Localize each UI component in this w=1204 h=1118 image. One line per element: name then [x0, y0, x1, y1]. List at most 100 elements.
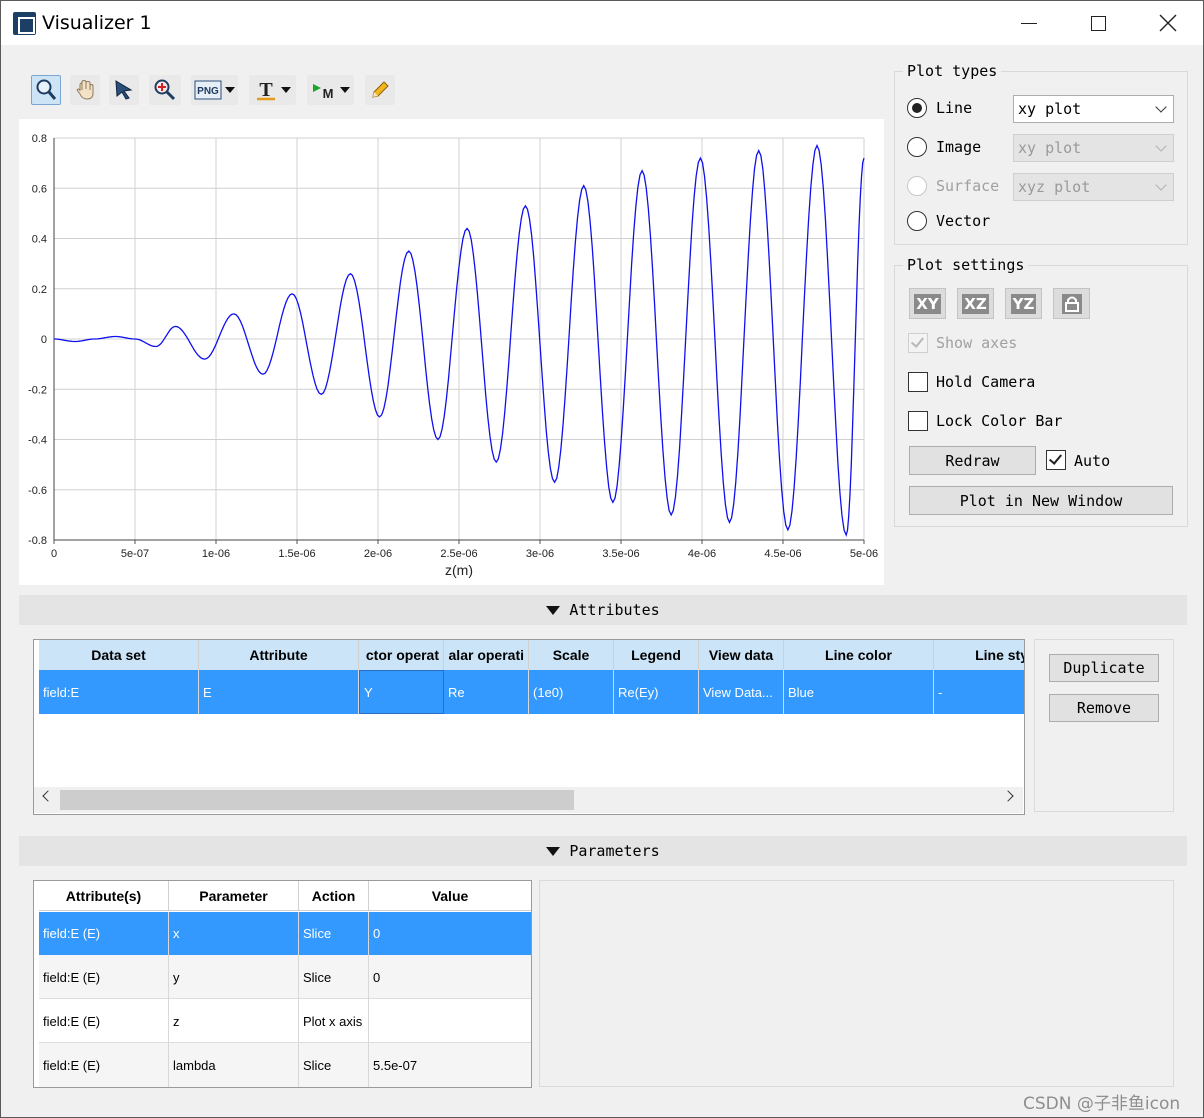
yz-plane-button[interactable]: YZ [1005, 288, 1042, 319]
table-cell[interactable]: field:E (E) [39, 1043, 169, 1087]
column-header[interactable]: Scale [529, 640, 614, 670]
y-tick-label: 0.6 [32, 183, 47, 195]
table-cell[interactable]: Slice [299, 912, 369, 955]
table-cell[interactable]: field:E (E) [39, 999, 169, 1043]
auto-checkbox[interactable] [1046, 450, 1066, 470]
surface-radio [907, 176, 927, 196]
xy-plot[interactable]: 0 5e-07 1e-06 1.5e-06 2e-06 2.5e-06 3e-06 3.5e-… [19, 119, 884, 585]
y-tick-label: 0.2 [32, 284, 47, 296]
table-cell[interactable]: Slice [299, 955, 369, 999]
svg-text:M: M [323, 86, 334, 101]
column-header[interactable]: Line color [784, 640, 934, 670]
edit-button[interactable] [365, 75, 395, 105]
pencil-icon [372, 81, 389, 98]
table-cell[interactable]: Re(Ey) [614, 670, 699, 714]
table-cell[interactable]: Plot x axis [299, 999, 369, 1043]
x-tick-label: 2.5e-06 [440, 548, 477, 560]
zoom-region-button[interactable] [149, 75, 181, 105]
select-button[interactable] [109, 75, 139, 105]
lock-icon [1061, 293, 1082, 314]
line-radio[interactable] [907, 98, 927, 118]
scroll-left-icon[interactable] [42, 790, 54, 802]
table-cell[interactable]: (1e0) [529, 670, 614, 714]
auto-label: Auto [1074, 452, 1111, 470]
column-header[interactable]: ctor operat [359, 640, 444, 670]
table-cell[interactable]: 0 [369, 955, 531, 999]
table-cell[interactable]: Re [444, 670, 529, 714]
y-tick-label: 0.8 [32, 133, 47, 145]
table-cell[interactable]: Blue [784, 670, 934, 714]
column-header[interactable]: Data set [39, 640, 199, 670]
duplicate-button[interactable]: Duplicate [1049, 654, 1159, 682]
table-row[interactable]: field:E E Y Re (1e0) Re(Ey) View Data...… [39, 670, 1024, 714]
maximize-icon [1090, 15, 1106, 31]
vector-radio[interactable] [907, 211, 927, 231]
attributes-horizontal-scrollbar[interactable] [34, 787, 1023, 813]
zoom-button[interactable] [31, 75, 61, 105]
y-tick-label: -0.4 [28, 435, 47, 447]
line-radio-label: Line [936, 99, 973, 117]
attributes-section-label: Attributes [569, 601, 660, 619]
scrollbar-thumb[interactable] [60, 790, 574, 810]
column-header[interactable]: Attribute [199, 640, 359, 670]
parameters-section-header[interactable]: Parameters [19, 836, 1187, 866]
table-row[interactable]: field:E (E) lambda Slice 5.5e-07 [39, 1043, 531, 1087]
table-cell[interactable]: E [199, 670, 359, 714]
column-header[interactable]: Value [369, 881, 531, 911]
table-row[interactable]: field:E (E) x Slice 0 [39, 912, 531, 955]
image-radio[interactable] [907, 137, 927, 157]
text-tool-button[interactable]: T [249, 75, 296, 105]
magnifier-icon [36, 79, 57, 100]
column-header[interactable]: Legend [614, 640, 699, 670]
column-header[interactable]: Line sty [934, 640, 1024, 670]
table-cell[interactable]: z [169, 999, 299, 1043]
maximize-button[interactable] [1075, 1, 1121, 45]
table-row[interactable]: field:E (E) z Plot x axis [39, 999, 531, 1043]
table-cell[interactable]: 0 [369, 912, 531, 955]
attributes-section-header[interactable]: Attributes [19, 595, 1187, 625]
line-plot-type-select[interactable]: xy plot [1013, 95, 1174, 123]
lock-view-button[interactable] [1053, 288, 1090, 319]
table-cell[interactable]: Y [359, 670, 444, 714]
table-cell[interactable]: 5.5e-07 [369, 1043, 531, 1087]
column-header[interactable]: Action [299, 881, 369, 911]
chevron-down-icon [1155, 101, 1167, 113]
title-bar[interactable]: Visualizer 1 [1, 1, 1203, 45]
table-cell[interactable]: View Data... [699, 670, 784, 714]
table-cell[interactable]: field:E [39, 670, 199, 714]
table-cell[interactable]: x [169, 912, 299, 955]
table-row[interactable]: field:E (E) y Slice 0 [39, 955, 531, 999]
lock-color-bar-checkbox[interactable] [908, 411, 928, 431]
column-header[interactable]: alar operati [444, 640, 529, 670]
table-cell[interactable]: - [934, 670, 1024, 714]
export-png-button[interactable]: PNG [191, 75, 238, 105]
remove-button[interactable]: Remove [1049, 694, 1159, 722]
watermark-text: CSDN @子非鱼icon [1023, 1094, 1181, 1114]
xy-plane-button[interactable]: XY [909, 288, 946, 319]
chevron-down-icon [281, 87, 291, 93]
pan-button[interactable] [70, 75, 100, 105]
xz-plane-button[interactable]: XZ [957, 288, 994, 319]
table-cell[interactable]: y [169, 955, 299, 999]
hold-camera-checkbox[interactable] [908, 372, 928, 392]
table-cell[interactable] [369, 999, 531, 1043]
table-cell[interactable]: lambda [169, 1043, 299, 1087]
table-cell[interactable]: field:E (E) [39, 912, 169, 955]
table-cell[interactable]: field:E (E) [39, 955, 169, 999]
plot-in-new-window-button[interactable]: Plot in New Window [909, 486, 1173, 515]
x-tick-label: 3.5e-06 [602, 548, 639, 560]
column-header[interactable]: Attribute(s) [39, 881, 169, 911]
column-header[interactable]: View data [699, 640, 784, 670]
line-chart: 0 5e-07 1e-06 1.5e-06 2e-06 2.5e-06 3e-06 3.5e-… [28, 133, 878, 578]
svg-text:PNG: PNG [197, 86, 219, 97]
hold-camera-label: Hold Camera [936, 373, 1036, 391]
marker-button[interactable]: M [307, 75, 354, 105]
image-radio-label: Image [936, 138, 982, 156]
minimize-button[interactable] [1006, 1, 1052, 45]
hand-icon [76, 79, 94, 100]
redraw-button[interactable]: Redraw [909, 446, 1036, 475]
close-button[interactable] [1145, 1, 1191, 45]
column-header[interactable]: Parameter [169, 881, 299, 911]
scroll-right-icon[interactable] [1002, 790, 1014, 802]
table-cell[interactable]: Slice [299, 1043, 369, 1087]
